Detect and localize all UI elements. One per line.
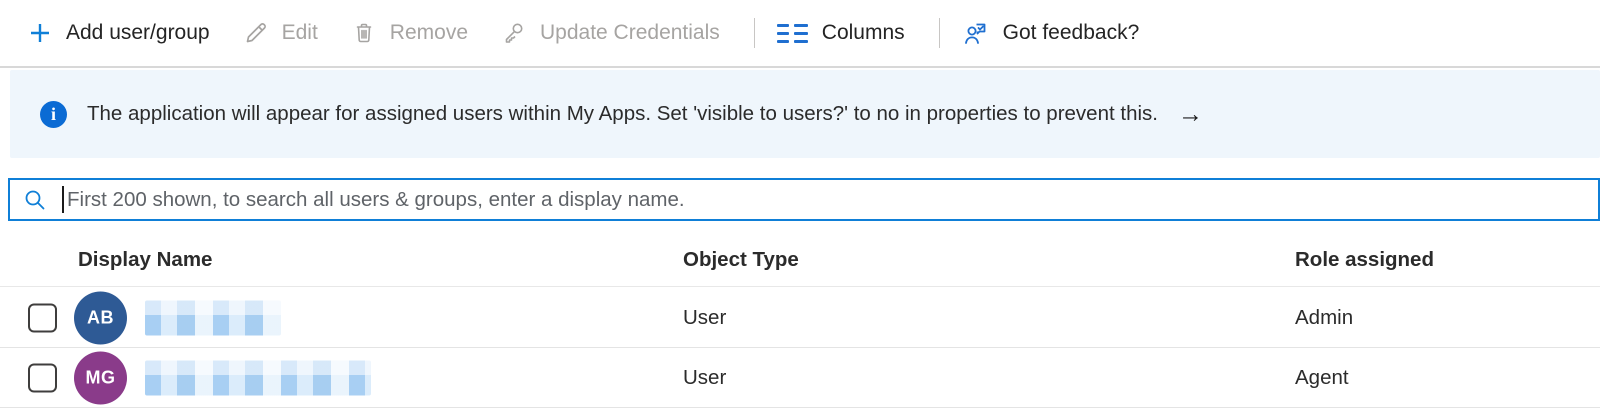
toolbar-separator [939,18,940,48]
search-input[interactable] [67,180,1598,219]
role-assigned-cell: Admin [1295,306,1353,330]
plus-icon [28,21,52,45]
column-header-display-name[interactable]: Display Name [78,232,212,287]
object-type-cell: User [683,366,726,390]
avatar: MG [74,351,127,404]
update-credentials-label: Update Credentials [540,21,720,45]
table-row[interactable]: AB User Admin [0,288,1600,348]
info-banner-message: The application will appear for assigned… [87,102,1158,126]
object-type-cell: User [683,306,726,330]
pencil-icon [244,21,268,45]
text-cursor [62,186,64,213]
columns-icon [777,24,808,43]
users-groups-page: Add user/group Edit Remove Update Creden… [0,0,1600,417]
table-header: Display Name Object Type Role assigned [0,232,1600,287]
row-checkbox[interactable] [28,303,57,332]
info-banner: i The application will appear for assign… [10,70,1600,158]
redacted-display-name [145,360,371,395]
remove-button[interactable]: Remove [352,21,468,45]
add-user-group-label: Add user/group [66,21,210,45]
info-icon: i [40,101,67,128]
search-icon [22,187,48,213]
trash-icon [352,21,376,45]
edit-label: Edit [282,21,318,45]
got-feedback-button[interactable]: Got feedback? [962,20,1140,47]
row-checkbox[interactable] [28,363,57,392]
update-credentials-button[interactable]: Update Credentials [502,21,720,45]
redacted-display-name [145,300,281,335]
got-feedback-label: Got feedback? [1003,21,1140,45]
columns-button[interactable]: Columns [777,21,905,45]
column-header-role-assigned[interactable]: Role assigned [1295,232,1434,287]
table-row[interactable]: MG User Agent [0,348,1600,408]
feedback-icon [962,20,989,47]
columns-label: Columns [822,21,905,45]
arrow-right-icon[interactable]: → [1178,102,1203,127]
add-user-group-button[interactable]: Add user/group [28,21,210,45]
column-header-object-type[interactable]: Object Type [683,232,799,287]
avatar: AB [74,291,127,344]
key-icon [502,21,526,45]
search-box [8,178,1600,221]
toolbar-separator [754,18,755,48]
edit-button[interactable]: Edit [244,21,318,45]
role-assigned-cell: Agent [1295,366,1349,390]
remove-label: Remove [390,21,468,45]
command-bar: Add user/group Edit Remove Update Creden… [0,0,1600,68]
